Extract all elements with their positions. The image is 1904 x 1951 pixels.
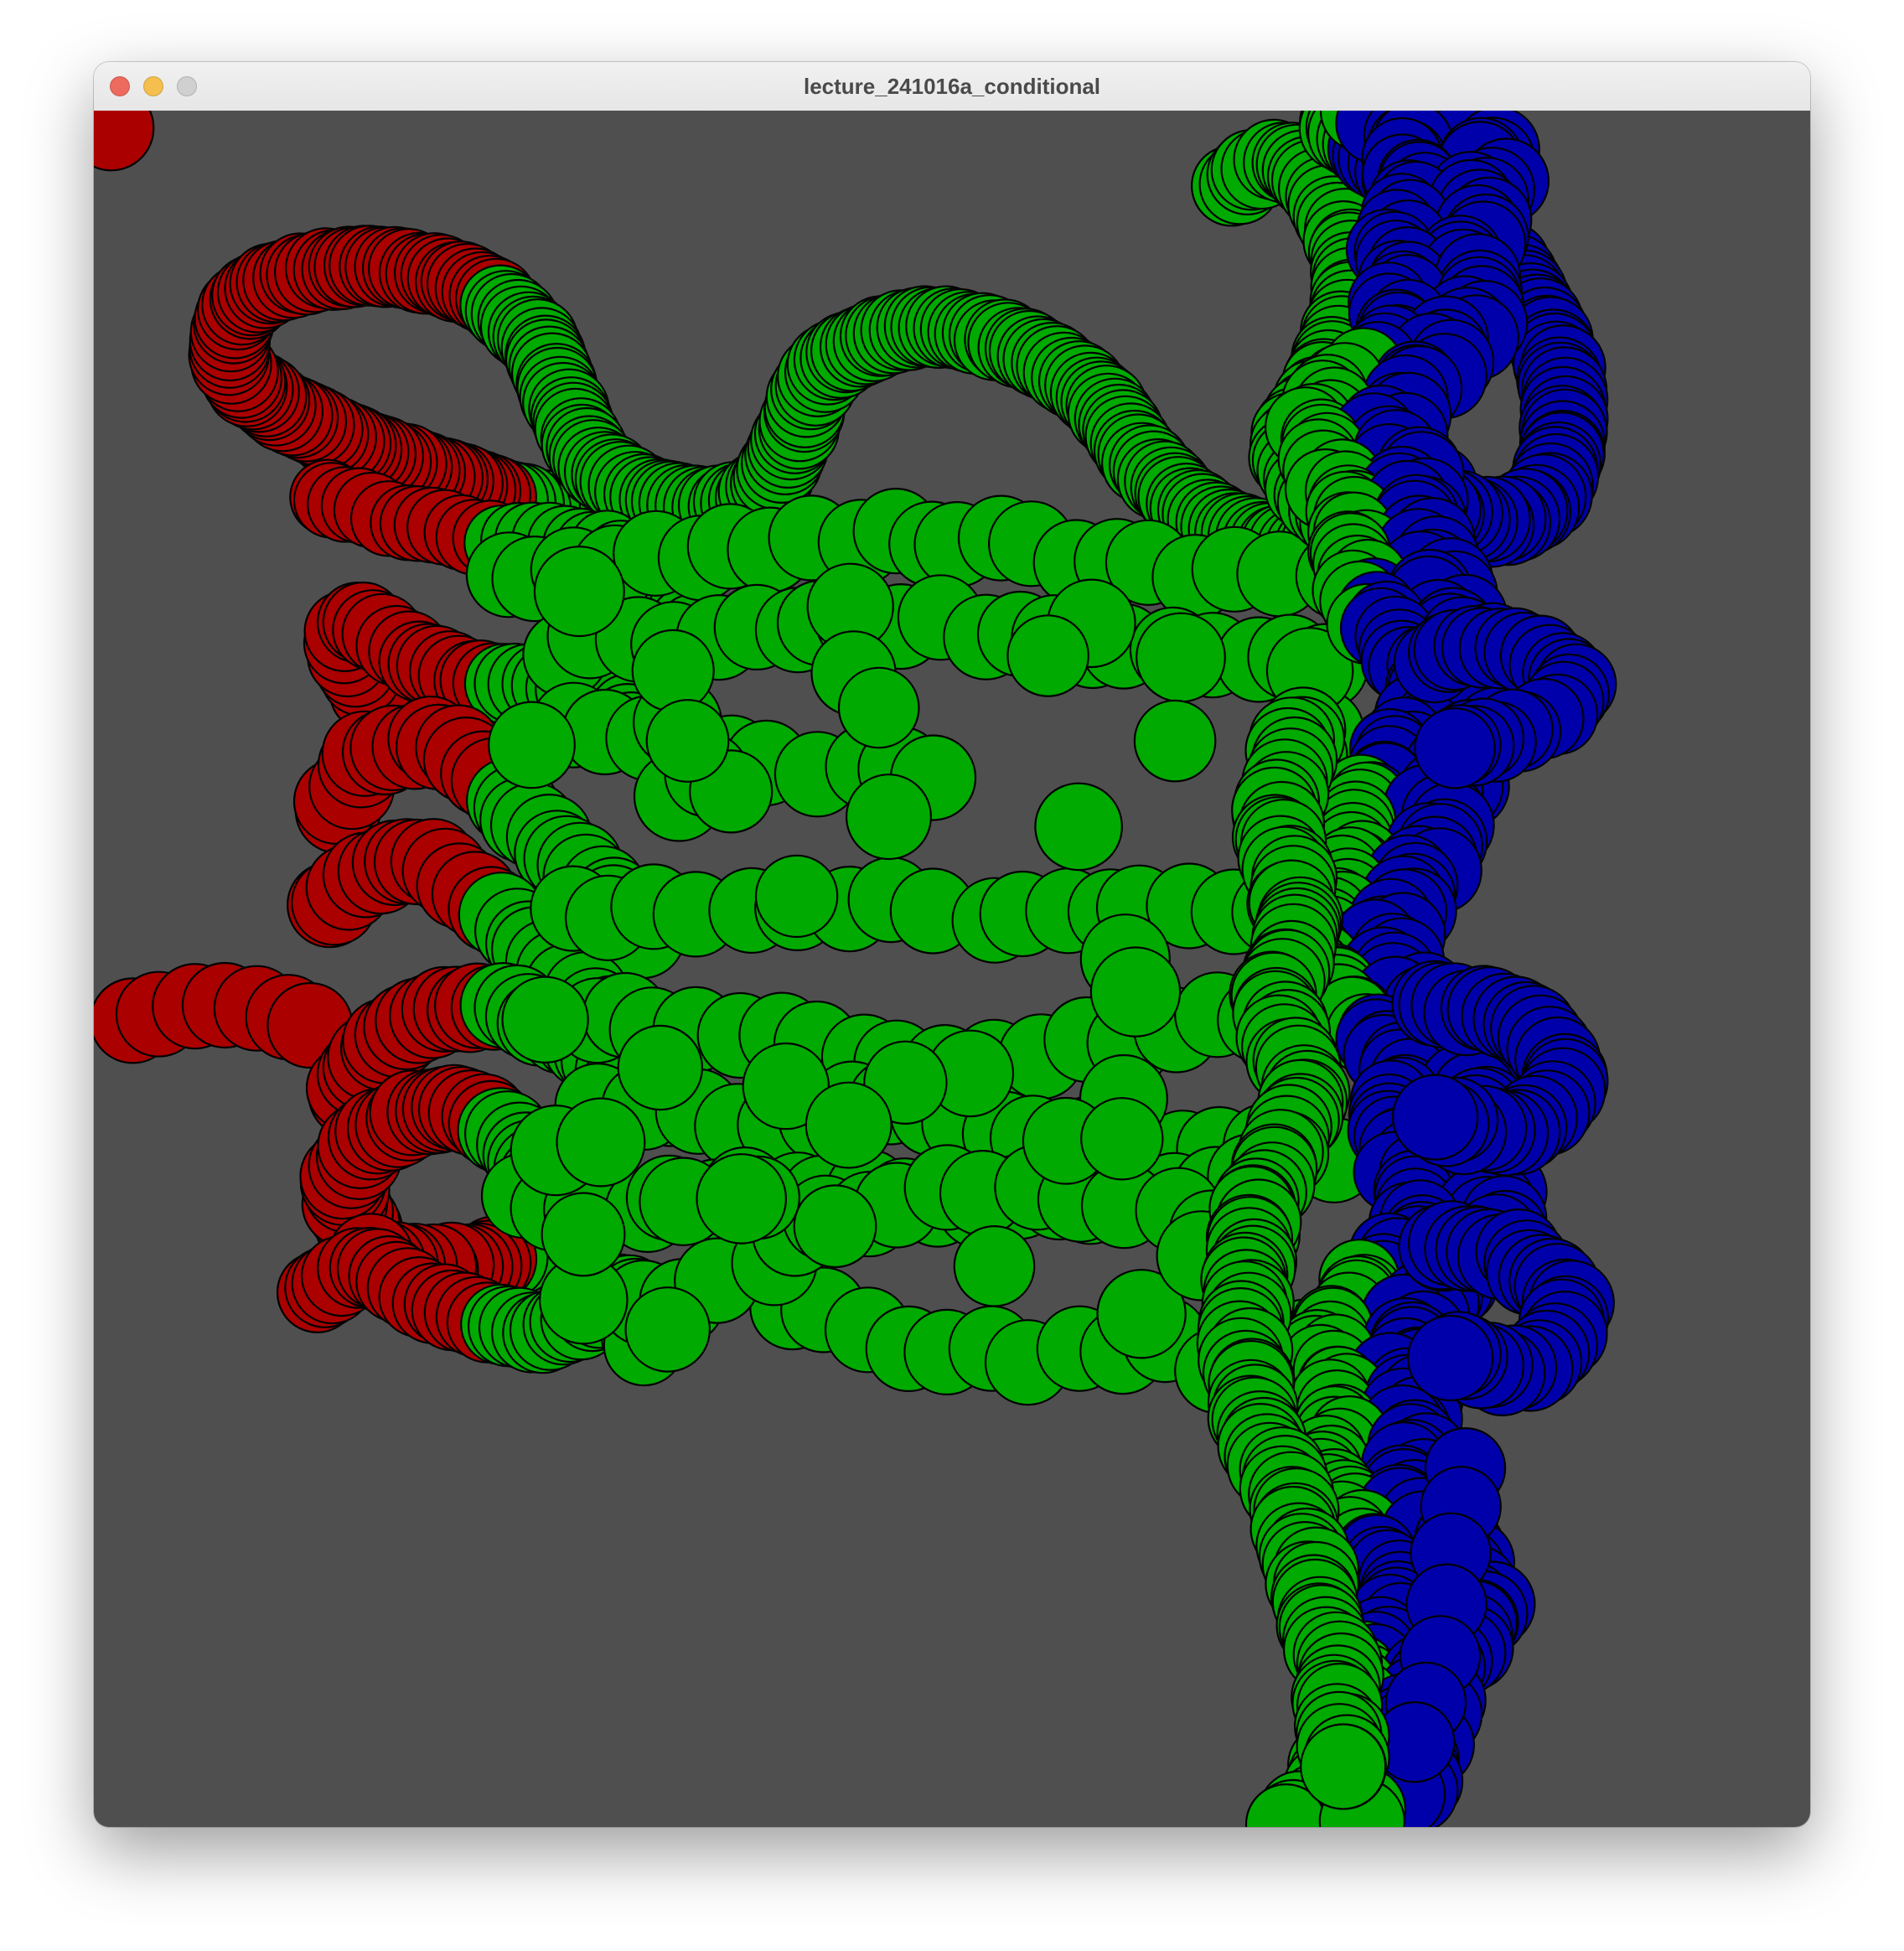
green-circle [501,976,589,1064]
tube-circle [1300,1723,1387,1810]
green-circle [631,629,715,713]
green-circle [488,701,576,789]
green-circle [953,1225,1036,1307]
green-circle [1133,699,1217,783]
green-circle [754,854,839,939]
green-circle [533,546,625,638]
green-circle [696,1153,788,1245]
window-title: lecture_241016a_conditional [803,74,1101,99]
green-circle [1006,614,1089,697]
green-circle [845,774,932,861]
green-circle [556,1097,646,1188]
blue-circle [1407,1314,1494,1402]
app-window: lecture_241016a_conditional [94,62,1810,1827]
green-circle [541,1192,626,1277]
green-circle [645,699,730,783]
blue-circle [1391,1074,1479,1161]
green-circle [1089,946,1182,1038]
sketch-canvas[interactable] [94,111,1810,1827]
green-circle [617,1024,704,1111]
sketch-drawing [94,111,1810,1827]
green-circle [1080,1097,1164,1181]
green-circle [624,1286,711,1373]
green-circle [837,666,920,749]
green-circle [1034,782,1123,872]
green-circle [1136,612,1226,703]
title-bar[interactable]: lecture_241016a_conditional [94,62,1810,111]
green-circle [805,1081,892,1169]
green-circle [793,1184,877,1269]
blue-circle [1414,707,1496,789]
